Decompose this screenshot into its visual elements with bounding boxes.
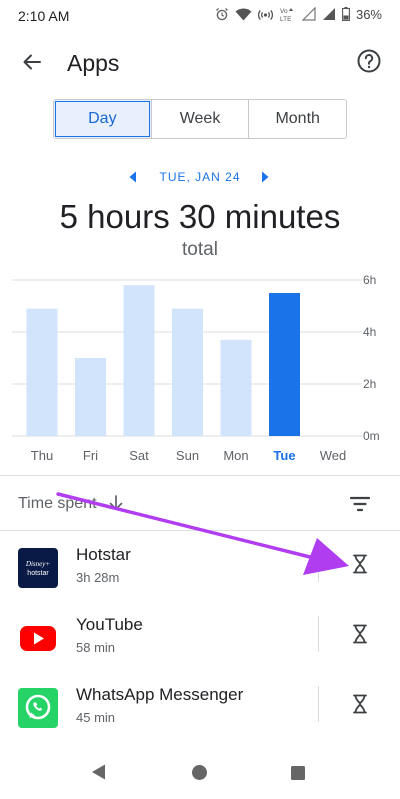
back-button[interactable] (16, 46, 48, 78)
chart-x-tick-label: Sat (129, 448, 149, 463)
total-time: 5 hours 30 minutes (59, 198, 341, 235)
hourglass-icon (353, 694, 367, 714)
timer-separator (318, 616, 319, 652)
status-bar: 2:10 AM Vo LTE 36% (0, 0, 400, 34)
chart-bar (75, 358, 106, 436)
timer-separator (318, 546, 319, 582)
volte-icon: Vo LTE (280, 8, 293, 22)
tab-day[interactable]: Day (54, 100, 151, 138)
list-item[interactable]: YouTube 58 min (0, 608, 400, 678)
chart-x-tick-label: Thu (31, 448, 53, 463)
app-timer-button[interactable] (346, 690, 374, 718)
whatsapp-icon (18, 688, 58, 728)
page-title: Apps (67, 50, 120, 76)
chart-y-tick-label: 0m (363, 429, 380, 443)
next-day-button[interactable] (260, 170, 270, 188)
chart-bar (123, 285, 155, 436)
chart-x-tick-label: Wed (320, 448, 347, 463)
help-circle-icon (357, 49, 381, 73)
nav-recents-button[interactable] (290, 765, 306, 786)
no-signal-icon (301, 7, 316, 21)
previous-day-button[interactable] (128, 170, 138, 188)
chart-bar (269, 293, 300, 436)
svg-text:LTE: LTE (280, 16, 292, 22)
app-timer-button[interactable] (346, 620, 374, 648)
chart-x-tick-label: Fri (83, 448, 98, 463)
nav-back-icon (92, 764, 105, 780)
app-usage: 3h 28m (76, 570, 120, 585)
hotstar-icon: Disney+ hotstar (18, 548, 58, 588)
caret-left-icon (129, 171, 136, 183)
list-item[interactable]: Disney+ hotstar Hotstar 3h 28m (0, 538, 400, 608)
app-timer-button[interactable] (346, 550, 374, 578)
arrow-down-icon (109, 495, 123, 510)
app-bar: Apps (0, 38, 400, 86)
sort-button[interactable] (108, 494, 124, 517)
svg-text:Vo: Vo (280, 8, 288, 15)
list-item[interactable]: WhatsApp Messenger 45 min (0, 678, 400, 748)
nav-back-button[interactable] (90, 763, 108, 786)
chart-y-tick-label: 6h (363, 273, 376, 287)
filter-icon (349, 496, 371, 512)
hourglass-icon (353, 624, 367, 644)
chart-divider (0, 475, 400, 476)
nav-recents-icon (291, 766, 305, 780)
chart-x-tick-label: Tue (273, 448, 295, 463)
status-time: 2:10 AM (18, 8, 70, 24)
caret-right-icon (262, 171, 269, 183)
status-icons: Vo LTE 36% (215, 6, 382, 22)
arrow-left-icon (23, 54, 41, 70)
help-button[interactable] (356, 48, 384, 76)
usage-bar-chart: 0m 2h 4h 6h Thu Fri Sat Sun Mon Tue Wed (12, 273, 380, 463)
timer-separator (318, 686, 319, 722)
wifi-icon (235, 8, 252, 20)
app-usage: 58 min (76, 640, 116, 655)
youtube-icon (18, 618, 58, 658)
app-name: YouTube (76, 615, 143, 634)
svg-text:Disney+: Disney+ (25, 560, 50, 568)
date-label: TUE, JAN 24 (159, 170, 241, 184)
list-divider (0, 530, 400, 531)
chart-y-tick-label: 2h (363, 377, 376, 391)
alarm-icon (216, 8, 228, 21)
chart-bar (172, 308, 203, 436)
hotspot-icon (257, 9, 273, 21)
date-nav: TUE, JAN 24 (0, 168, 400, 188)
signal-icon (322, 8, 335, 20)
total-label: total (182, 239, 218, 260)
filter-button[interactable] (348, 492, 372, 516)
chart-x-tick-label: Sun (176, 448, 199, 463)
navigation-bar (0, 745, 400, 799)
app-usage: 45 min (76, 710, 116, 725)
chart-x-tick-label: Mon (223, 448, 248, 463)
nav-home-icon (192, 765, 207, 780)
app-name: WhatsApp Messenger (76, 685, 244, 704)
chart-bar (26, 308, 58, 436)
tab-week[interactable]: Week (150, 100, 249, 138)
tab-month[interactable]: Month (248, 100, 346, 138)
list-header: Time spent (0, 489, 400, 519)
svg-text:hotstar: hotstar (27, 570, 49, 577)
chart-bar (220, 339, 252, 436)
battery-icon (342, 7, 350, 21)
chart-y-tick-label: 4h (363, 325, 376, 339)
hourglass-icon (353, 554, 367, 574)
time-spent-label: Time spent (18, 495, 97, 512)
app-name: Hotstar (76, 545, 131, 564)
battery-percent: 36% (355, 6, 382, 22)
nav-home-button[interactable] (191, 764, 208, 786)
period-tabs: Day Week Month (53, 99, 347, 139)
